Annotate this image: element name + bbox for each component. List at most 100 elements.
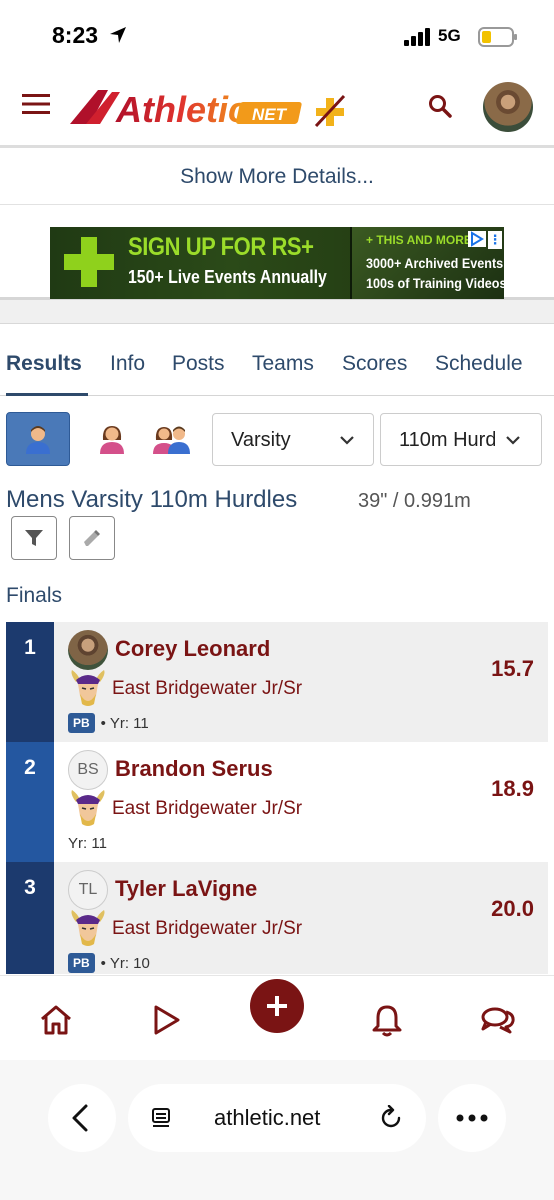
finals-heading: Finals: [6, 584, 63, 607]
rank-cell: 2: [6, 742, 54, 862]
event-select[interactable]: 110m Hurdles: [380, 413, 542, 466]
edit-button[interactable]: [69, 516, 115, 560]
reader-mode-icon[interactable]: [150, 1106, 174, 1130]
tab-scores[interactable]: Scores: [342, 352, 407, 376]
pb-badge: PB: [68, 953, 95, 973]
section-divider: [0, 300, 554, 324]
result-body: TL Tyler LaVigne East Bridgewater Jr/Sr …: [54, 862, 548, 974]
male-filter-button[interactable]: [6, 412, 70, 466]
plus-icon: [267, 996, 287, 1016]
result-row[interactable]: 2 BS Brandon Serus East Bridgewater Jr/S…: [6, 742, 548, 862]
team-name[interactable]: East Bridgewater Jr/Sr: [112, 918, 302, 940]
place-number: 3: [24, 876, 36, 899]
ad-subline: 150+ Live Events Annually: [128, 267, 327, 287]
ad-options-icon[interactable]: ⋮: [488, 231, 502, 249]
hamburger-menu-icon[interactable]: [22, 92, 50, 116]
filter-bar: Varsity 110m Hurdles: [0, 412, 554, 468]
result-mark[interactable]: 15.7: [491, 656, 534, 682]
plus-icon: [64, 237, 114, 287]
athlete-name[interactable]: Corey Leonard: [115, 636, 270, 662]
show-more-details-link[interactable]: Show More Details...: [180, 165, 374, 189]
athleticnet-logo[interactable]: Athletic NET: [68, 84, 358, 130]
ad-banner[interactable]: SIGN UP FOR RS+ 150+ Live Events Annuall…: [50, 227, 504, 299]
signal-icon: [404, 28, 430, 46]
vikings-team-logo-icon: [71, 910, 105, 946]
chevron-down-icon: [506, 436, 520, 445]
show-more-details-row[interactable]: Show More Details...: [0, 150, 554, 205]
eraser-icon: [84, 530, 100, 546]
filter-button[interactable]: [11, 516, 57, 560]
reload-icon[interactable]: [378, 1105, 404, 1131]
place-number: 1: [24, 636, 36, 659]
result-mark[interactable]: 18.9: [491, 776, 534, 802]
bottom-nav: [0, 975, 554, 1060]
event-select-value: 110m Hurdles: [399, 429, 495, 451]
athlete-initials-avatar[interactable]: BS: [68, 750, 108, 790]
male-person-icon: [26, 426, 50, 454]
search-icon[interactable]: [428, 94, 452, 118]
results-list: 1 Corey Leonard East Bridgewater Jr/Sr P…: [6, 622, 548, 974]
pb-badge: PB: [68, 713, 95, 733]
team-name[interactable]: East Bridgewater Jr/Sr: [112, 678, 302, 700]
address-bar[interactable]: athletic.net: [128, 1084, 426, 1152]
ad-right-top: + THIS AND MORE: [366, 233, 472, 247]
user-avatar[interactable]: [483, 82, 533, 132]
tab-results[interactable]: Results: [6, 352, 82, 376]
athlete-meta: PB • Yr: 10: [68, 952, 150, 974]
result-row[interactable]: 3 TL Tyler LaVigne East Bridgewater Jr/S…: [6, 862, 548, 974]
battery-icon: [478, 27, 517, 47]
athlete-name[interactable]: Tyler LaVigne: [115, 876, 257, 902]
result-row[interactable]: 1 Corey Leonard East Bridgewater Jr/Sr P…: [6, 622, 548, 742]
hurdle-height: 39" / 0.991m: [358, 490, 471, 512]
vikings-team-logo-icon: [71, 790, 105, 826]
event-title: Mens Varsity 110m Hurdles: [6, 486, 298, 513]
athlete-avatar[interactable]: [68, 630, 108, 670]
browser-back-button[interactable]: [48, 1084, 116, 1152]
app-header: Athletic NET: [0, 70, 554, 148]
tab-teams[interactable]: Teams: [252, 352, 314, 376]
athlete-meta: Yr: 11: [68, 832, 107, 854]
level-select[interactable]: Varsity: [212, 413, 374, 466]
athlete-year: Yr: 11: [68, 834, 107, 852]
female-person-icon: [100, 426, 124, 454]
athlete-year: • Yr: 11: [100, 714, 149, 732]
ad-right-panel: + THIS AND MORE 3000+ Archived Events 10…: [350, 227, 504, 299]
location-arrow-icon: [110, 27, 126, 43]
ad-right-line2: 100s of Training Videos: [366, 275, 504, 291]
tab-posts[interactable]: Posts: [172, 352, 225, 376]
people-icon: [153, 426, 190, 454]
vikings-team-logo-icon: [71, 670, 105, 706]
chevron-down-icon: [340, 436, 354, 445]
result-mark[interactable]: 20.0: [491, 896, 534, 922]
home-icon[interactable]: [38, 1002, 74, 1038]
rank-cell: 1: [6, 622, 54, 742]
tab-info[interactable]: Info: [110, 352, 145, 376]
ad-left-panel: SIGN UP FOR RS+ 150+ Live Events Annuall…: [50, 227, 350, 299]
url-text[interactable]: athletic.net: [214, 1105, 320, 1131]
athlete-initials-avatar[interactable]: TL: [68, 870, 108, 910]
browser-more-button[interactable]: [438, 1084, 506, 1152]
chat-bubbles-icon[interactable]: [480, 1002, 516, 1038]
ad-right-line1: 3000+ Archived Events: [366, 255, 504, 271]
logo-wordmark: Athletic: [115, 89, 248, 130]
rank-cell: 3: [6, 862, 54, 974]
bell-icon[interactable]: [369, 1002, 405, 1038]
place-number: 2: [24, 756, 36, 779]
active-tab-indicator: [6, 393, 88, 396]
athlete-year: • Yr: 10: [100, 954, 150, 972]
athlete-name[interactable]: Brandon Serus: [115, 756, 273, 782]
both-genders-filter-button[interactable]: [140, 412, 204, 466]
adchoices-icon[interactable]: [468, 231, 486, 247]
status-time: 8:23: [52, 22, 99, 48]
tab-schedule[interactable]: Schedule: [435, 352, 523, 376]
female-filter-button[interactable]: [80, 412, 144, 466]
add-button[interactable]: [250, 979, 304, 1033]
network-label: 5G: [438, 26, 461, 45]
play-icon[interactable]: [148, 1002, 184, 1038]
browser-toolbar: athletic.net: [0, 1060, 554, 1200]
team-name[interactable]: East Bridgewater Jr/Sr: [112, 798, 302, 820]
result-body: Corey Leonard East Bridgewater Jr/Sr PB …: [54, 622, 548, 742]
ad-area: SIGN UP FOR RS+ 150+ Live Events Annuall…: [0, 205, 554, 300]
athlete-meta: PB • Yr: 11: [68, 712, 149, 734]
filter-funnel-icon: [25, 530, 43, 546]
